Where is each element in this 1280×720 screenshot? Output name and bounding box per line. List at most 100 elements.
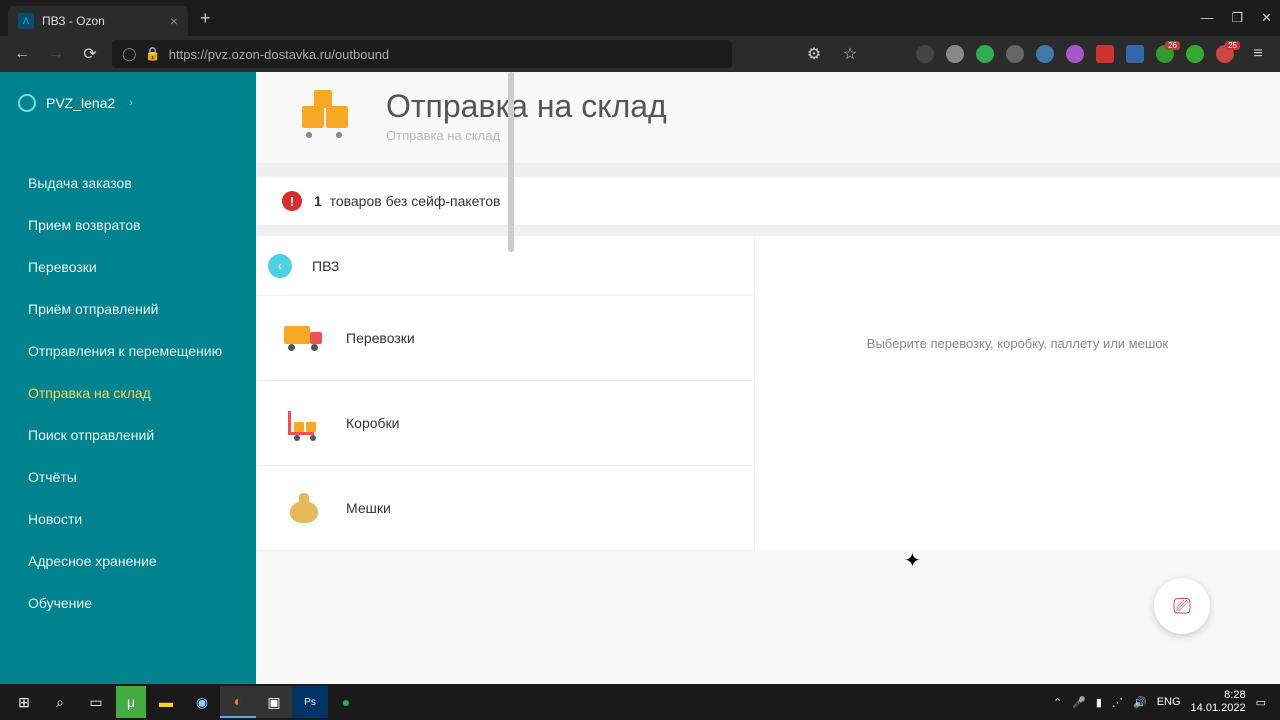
taskbar-app-steam[interactable]: ◉ — [184, 686, 220, 718]
alert-bar[interactable]: ! 1 товаров без сейф-пакетов — [256, 177, 1280, 226]
sidebar-item-storage[interactable]: Адресное хранение — [0, 540, 256, 582]
translate-icon[interactable]: ⚙ — [802, 44, 826, 64]
close-window-button[interactable]: ✕ — [1261, 10, 1272, 26]
minimize-button[interactable]: ― — [1200, 10, 1213, 26]
tray-chevron-icon[interactable]: ⌃ — [1053, 696, 1062, 709]
sidebar-item-receive[interactable]: Приём отправлений — [0, 288, 256, 330]
extension-icon[interactable] — [1186, 45, 1204, 63]
alert-icon: ! — [282, 191, 302, 211]
main-split: ‹ ПВЗ Перевозки — [256, 236, 1280, 551]
app-root: PVZ_lena2 › Выдача заказов Прием возврат… — [0, 72, 1280, 684]
sidebar-item-orders[interactable]: Выдача заказов — [0, 162, 256, 204]
right-panel: Выберите перевозку, коробку, паллету или… — [754, 236, 1280, 551]
page-header: Отправка на склад Отправка на склад — [256, 90, 1280, 163]
boxes-icon — [302, 90, 362, 138]
panel-item-label: Коробки — [346, 415, 399, 431]
scanner-button[interactable]: ⎚ — [1154, 578, 1210, 634]
taskbar-app-firefox[interactable]: ◐ — [220, 686, 256, 718]
taskbar: ⊞ ⌕ ▭ μ ▬ ◉ ◐ ▣ Ps ● ⌃ 🎤 ▮ ⋰ 🔊 ENG 8:28 … — [0, 684, 1280, 720]
search-button[interactable]: ⌕ — [42, 686, 78, 718]
cart-icon — [282, 401, 326, 445]
extension-icon[interactable] — [1066, 45, 1084, 63]
page-subtitle: Отправка на склад — [386, 128, 667, 143]
tray-notifications-icon[interactable]: ▭ — [1256, 696, 1266, 709]
shield-icon: ◯ — [122, 46, 137, 62]
taskbar-app[interactable]: ▣ — [256, 686, 292, 718]
sidebar-item-training[interactable]: Обучение — [0, 582, 256, 624]
forward-button[interactable]: → — [44, 45, 68, 63]
cursor-icon: ✦ — [904, 548, 921, 573]
sidebar-item-outbound[interactable]: Отправка на склад — [0, 372, 256, 414]
extension-icon[interactable] — [916, 45, 934, 63]
extension-icon[interactable]: 26 — [1156, 45, 1174, 63]
extension-icon[interactable] — [946, 45, 964, 63]
tray-lang[interactable]: ENG — [1157, 696, 1181, 708]
sidebar-brand[interactable]: PVZ_lena2 › — [0, 84, 256, 122]
extension-vk-icon[interactable] — [1126, 45, 1144, 63]
extension-icon[interactable]: 25 — [1216, 45, 1234, 63]
extension-icon[interactable] — [1036, 45, 1054, 63]
panel-item-label: Перевозки — [346, 330, 415, 346]
tray-mic-icon[interactable]: 🎤 — [1072, 696, 1086, 709]
page-title: Отправка на склад — [386, 90, 667, 122]
browser-tab-strip: Λ ПВЗ - Ozon × + ― ❐ ✕ — [0, 0, 1280, 36]
sidebar-item-transports[interactable]: Перевозки — [0, 246, 256, 288]
taskview-button[interactable]: ▭ — [78, 686, 114, 718]
tray-wifi-icon[interactable]: ⋰ — [1112, 696, 1123, 709]
sidebar: PVZ_lena2 › Выдача заказов Прием возврат… — [0, 72, 256, 684]
panel-item-transports[interactable]: Перевозки — [256, 296, 754, 381]
panel-back[interactable]: ‹ ПВЗ — [256, 236, 754, 296]
bag-icon — [282, 486, 326, 530]
lock-icon: 🔒 — [145, 46, 161, 62]
sidebar-item-reports[interactable]: Отчёты — [0, 456, 256, 498]
sidebar-item-move[interactable]: Отправления к перемещению — [0, 330, 256, 372]
sidebar-menu: Выдача заказов Прием возвратов Перевозки… — [0, 162, 256, 624]
extension-abp-icon[interactable] — [1096, 45, 1114, 63]
maximize-button[interactable]: ❐ — [1231, 10, 1243, 26]
tab-title: ПВЗ - Ozon — [42, 14, 105, 28]
gear-icon — [18, 94, 36, 112]
url-text: https://pvz.ozon-dostavka.ru/outbound — [169, 47, 389, 62]
panel-item-label: Мешки — [346, 500, 391, 516]
alert-text: 1 товаров без сейф-пакетов — [314, 193, 500, 209]
tray-clock[interactable]: 8:28 14.01.2022 — [1191, 689, 1246, 715]
extension-icon[interactable] — [1006, 45, 1024, 63]
menu-icon[interactable]: ≡ — [1246, 45, 1270, 63]
close-icon[interactable]: × — [170, 13, 178, 29]
placeholder-text: Выберите перевозку, коробку, паллету или… — [867, 336, 1168, 351]
taskbar-app-spotify[interactable]: ● — [328, 686, 364, 718]
taskbar-app[interactable]: μ — [116, 686, 146, 718]
taskbar-app-photoshop[interactable]: Ps — [292, 686, 328, 718]
panel-item-bags[interactable]: Мешки — [256, 466, 754, 551]
tray-battery-icon[interactable]: ▮ — [1096, 696, 1102, 709]
pin-icon: › — [129, 97, 133, 109]
sidebar-item-returns[interactable]: Прием возвратов — [0, 204, 256, 246]
truck-icon — [282, 316, 326, 360]
toolbar-actions: ⚙ ☆ 26 25 ≡ — [802, 44, 1270, 64]
divider — [256, 226, 1280, 236]
left-panel: ‹ ПВЗ Перевозки — [256, 236, 754, 551]
scrollbar[interactable] — [508, 72, 514, 252]
scanner-icon: ⎚ — [1173, 593, 1191, 619]
divider — [256, 163, 1280, 177]
new-tab-button[interactable]: + — [200, 8, 211, 29]
address-bar[interactable]: ◯ 🔒 https://pvz.ozon-dostavka.ru/outboun… — [112, 40, 732, 68]
sidebar-item-search[interactable]: Поиск отправлений — [0, 414, 256, 456]
panel-item-boxes[interactable]: Коробки — [256, 381, 754, 466]
start-button[interactable]: ⊞ — [6, 686, 42, 718]
brand-label: PVZ_lena2 — [46, 95, 115, 111]
bookmark-icon[interactable]: ☆ — [838, 44, 862, 64]
back-button[interactable]: ← — [10, 45, 34, 63]
browser-tab[interactable]: Λ ПВЗ - Ozon × — [8, 6, 188, 36]
taskbar-app-explorer[interactable]: ▬ — [148, 686, 184, 718]
sidebar-item-news[interactable]: Новости — [0, 498, 256, 540]
main-content: Отправка на склад Отправка на склад ! 1 … — [256, 72, 1280, 684]
reload-button[interactable]: ⟳ — [78, 44, 102, 64]
tab-favicon: Λ — [18, 13, 34, 29]
system-tray: ⌃ 🎤 ▮ ⋰ 🔊 ENG 8:28 14.01.2022 ▭ — [1053, 689, 1274, 715]
browser-toolbar: ← → ⟳ ◯ 🔒 https://pvz.ozon-dostavka.ru/o… — [0, 36, 1280, 72]
panel-back-label: ПВЗ — [312, 258, 339, 274]
back-icon: ‹ — [268, 254, 292, 278]
extension-icon[interactable] — [976, 45, 994, 63]
tray-volume-icon[interactable]: 🔊 — [1133, 696, 1147, 709]
